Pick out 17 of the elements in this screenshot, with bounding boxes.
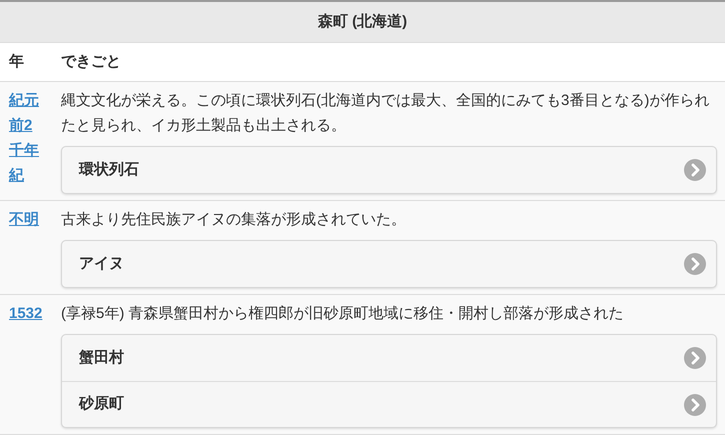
year-link[interactable]: 不明 <box>9 207 43 232</box>
chevron-icon <box>684 394 706 416</box>
chevron-icon <box>684 347 706 369</box>
link-list-item[interactable]: アイヌ <box>62 241 716 287</box>
column-header: 年 <box>8 52 25 72</box>
chevron-icon <box>684 159 706 181</box>
link-list-item[interactable]: 蟹田村 <box>62 335 716 381</box>
event-description: 縄文文化が栄える。この頃に環状列石(北海道内では最大、全国的にみても3番目となる)が作られたと見られ、イカ形土製品も出土される。 <box>61 91 710 136</box>
link-list-item[interactable]: 環状列石 <box>62 147 716 193</box>
event-description: (享禄5年) 青森県蟹田村から権四郎が旧砂原町地域に移住・開村し部落が形成された <box>61 304 624 324</box>
year-link[interactable]: 1532 <box>9 301 43 326</box>
page-title: 森町 (北海道) <box>318 12 408 32</box>
column-header: できごと <box>61 52 121 72</box>
chevron-icon <box>684 253 706 275</box>
year-link[interactable]: 紀元前2千年紀 <box>9 88 43 188</box>
link-list-item[interactable]: 砂原町 <box>62 381 716 427</box>
event-description: 古来より先住民族アイヌの集落が形成されていた。 <box>61 210 407 230</box>
